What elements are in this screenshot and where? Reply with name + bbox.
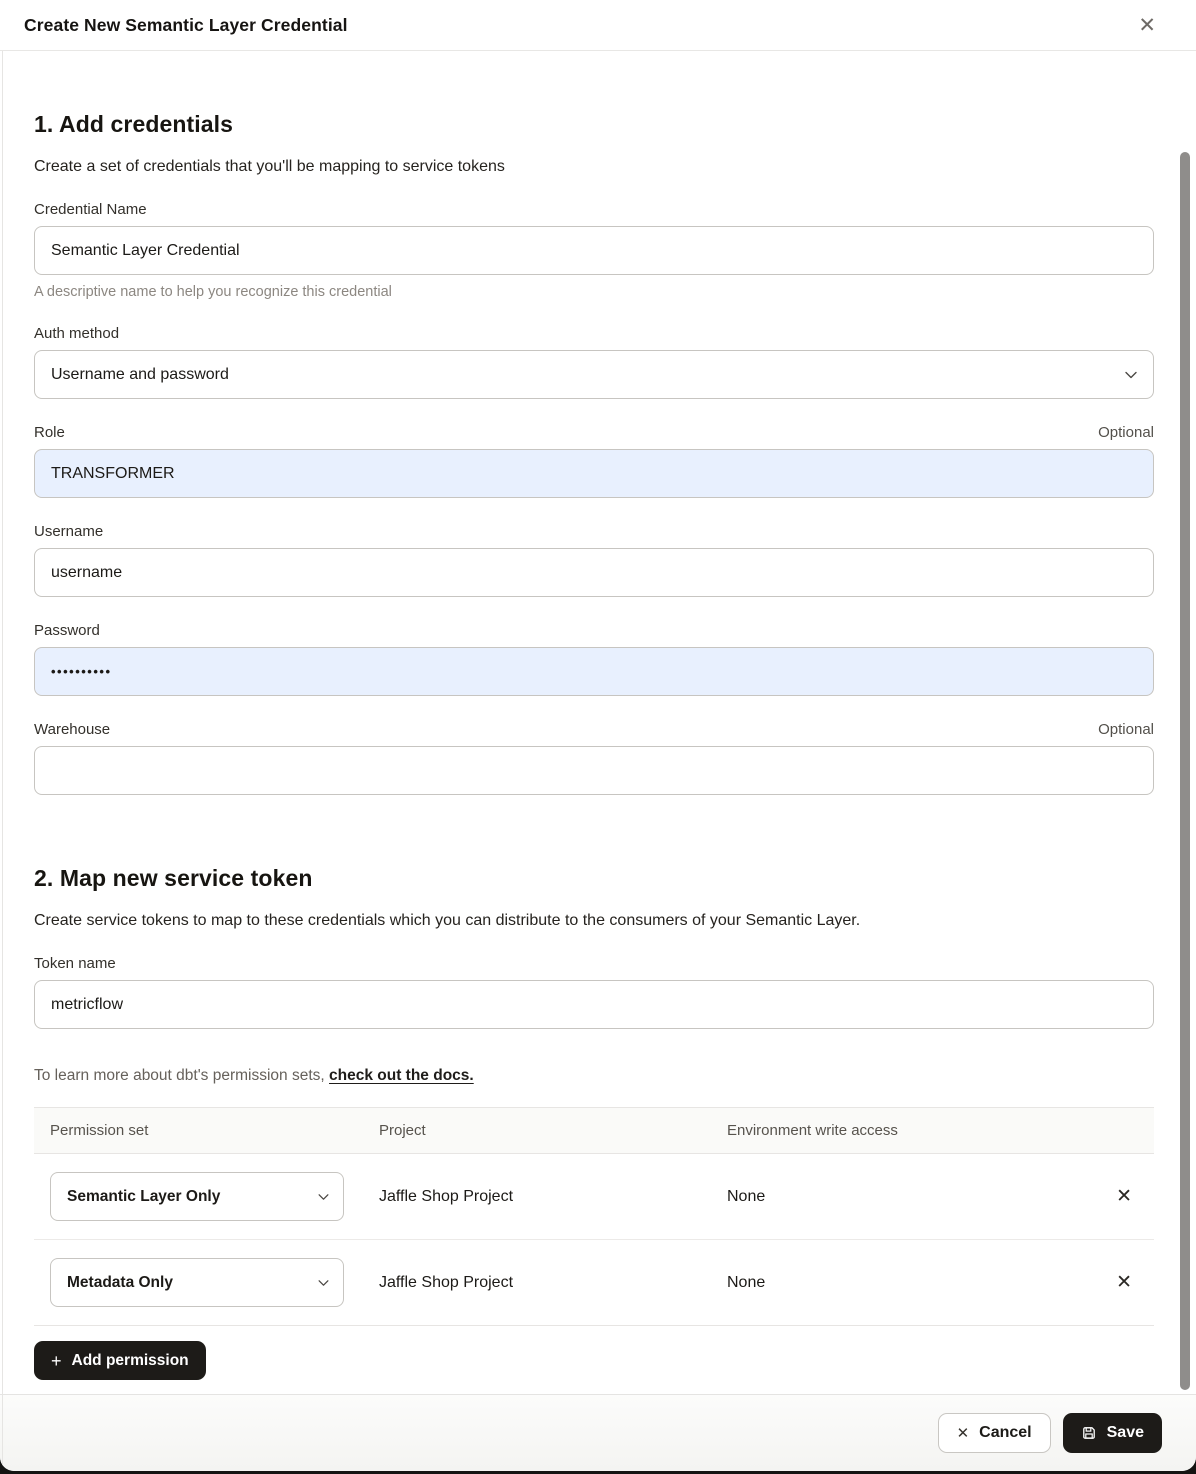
password-field-group: Password [34,622,1154,696]
password-label: Password [34,622,100,639]
auth-method-selected-value: Username and password [51,366,229,384]
section2-heading: 2. Map new service token [34,865,1154,892]
modal-footer: ✕ Cancel Save [0,1394,1196,1471]
permission-row-project: Jaffle Shop Project [379,1188,727,1206]
chevron-down-icon [318,1193,329,1200]
auth-method-select[interactable]: Username and password [34,350,1154,399]
warehouse-label: Warehouse [34,721,110,738]
permissions-table-header: Permission set Project Environment write… [34,1107,1154,1154]
column-header-permission-set: Permission set [50,1122,379,1139]
save-disk-icon [1081,1425,1097,1441]
credential-name-input[interactable] [34,226,1154,275]
permission-row-env-write: None [727,1274,1094,1292]
permission-row: Metadata Only Jaffle Shop Project None ✕ [34,1240,1154,1325]
permission-row: Semantic Layer Only Jaffle Shop Project … [34,1154,1154,1240]
section1-heading: 1. Add credentials [34,111,1154,138]
modal-content: 1. Add credentials Create a set of crede… [0,51,1196,1394]
remove-permission-icon[interactable]: ✕ [1110,1271,1138,1294]
token-name-input[interactable] [34,980,1154,1029]
column-header-project: Project [379,1122,727,1139]
cancel-x-icon: ✕ [957,1424,970,1442]
section1-description: Create a set of credentials that you'll … [34,158,1154,176]
docs-link[interactable]: check out the docs. [329,1067,474,1084]
token-name-field-group: Token name [34,955,1154,1029]
permission-set-select[interactable]: Metadata Only [50,1258,344,1307]
permission-row-env-write: None [727,1188,1094,1206]
cancel-button[interactable]: ✕ Cancel [938,1413,1051,1453]
docs-note-text: To learn more about dbt's permission set… [34,1067,329,1084]
modal-title: Create New Semantic Layer Credential [24,15,348,36]
username-input[interactable] [34,548,1154,597]
cancel-label: Cancel [979,1424,1031,1442]
warehouse-field-group: Warehouse Optional [34,721,1154,795]
permissions-table: Permission set Project Environment write… [34,1107,1154,1326]
plus-icon: + [51,1352,62,1370]
username-label: Username [34,523,103,540]
save-button[interactable]: Save [1063,1413,1162,1453]
permission-set-select[interactable]: Semantic Layer Only [50,1172,344,1221]
token-name-label: Token name [34,955,116,972]
credential-name-label: Credential Name [34,201,147,218]
section2-description: Create service tokens to map to these cr… [34,912,1154,930]
scrollbar[interactable] [1180,152,1190,1390]
credential-name-help: A descriptive name to help you recognize… [34,284,1154,300]
permission-docs-note: To learn more about dbt's permission set… [34,1067,1154,1085]
add-permission-label: Add permission [72,1352,189,1370]
auth-method-label: Auth method [34,325,119,342]
role-input[interactable] [34,449,1154,498]
page-edge-divider [2,51,3,1471]
column-header-env-write-access: Environment write access [727,1122,1094,1139]
chevron-down-icon [318,1279,329,1286]
credential-name-field-group: Credential Name A descriptive name to he… [34,201,1154,300]
username-field-group: Username [34,523,1154,597]
add-permission-button[interactable]: + Add permission [34,1341,206,1380]
role-optional-tag: Optional [1098,424,1154,441]
permission-set-selected-value: Metadata Only [67,1274,173,1292]
role-label: Role [34,424,65,441]
permission-row-project: Jaffle Shop Project [379,1274,727,1292]
remove-permission-icon[interactable]: ✕ [1110,1185,1138,1208]
create-credential-modal: Create New Semantic Layer Credential ✕ 1… [0,0,1196,1471]
role-field-group: Role Optional [34,424,1154,498]
permission-set-selected-value: Semantic Layer Only [67,1188,220,1206]
auth-method-field-group: Auth method Username and password [34,325,1154,399]
warehouse-input[interactable] [34,746,1154,795]
password-input[interactable] [34,647,1154,696]
save-label: Save [1107,1424,1144,1442]
warehouse-optional-tag: Optional [1098,721,1154,738]
close-icon[interactable]: ✕ [1130,11,1164,40]
chevron-down-icon [1125,371,1137,379]
modal-header: Create New Semantic Layer Credential ✕ [0,0,1196,51]
